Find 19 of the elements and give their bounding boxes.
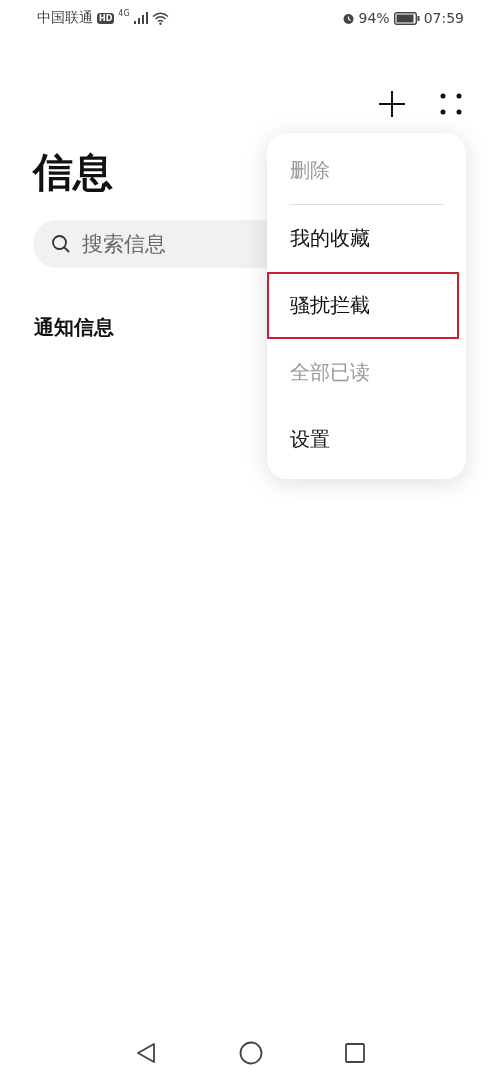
battery-icon: [393, 11, 420, 25]
signal-icon: [133, 12, 148, 24]
home-icon[interactable]: [239, 1041, 263, 1065]
carrier-name: 中国联通: [37, 9, 93, 27]
menu-item[interactable]: 骚扰拦截: [267, 272, 459, 339]
back-icon[interactable]: [135, 1042, 157, 1064]
search-icon: [51, 234, 71, 254]
add-icon[interactable]: [378, 90, 406, 118]
more-icon[interactable]: [440, 93, 462, 115]
wifi-icon: [151, 11, 169, 25]
recents-icon[interactable]: [345, 1043, 365, 1063]
section-heading: 通知信息: [34, 314, 115, 341]
network-type: 4G: [118, 9, 130, 18]
alarm-icon: [341, 11, 355, 25]
hd-badge: HD: [97, 12, 115, 24]
menu-item[interactable]: 设置: [267, 406, 466, 473]
page-title: 信息: [33, 148, 113, 196]
battery-percent: 94%: [358, 10, 390, 26]
clock-time: 07:59: [423, 10, 464, 26]
